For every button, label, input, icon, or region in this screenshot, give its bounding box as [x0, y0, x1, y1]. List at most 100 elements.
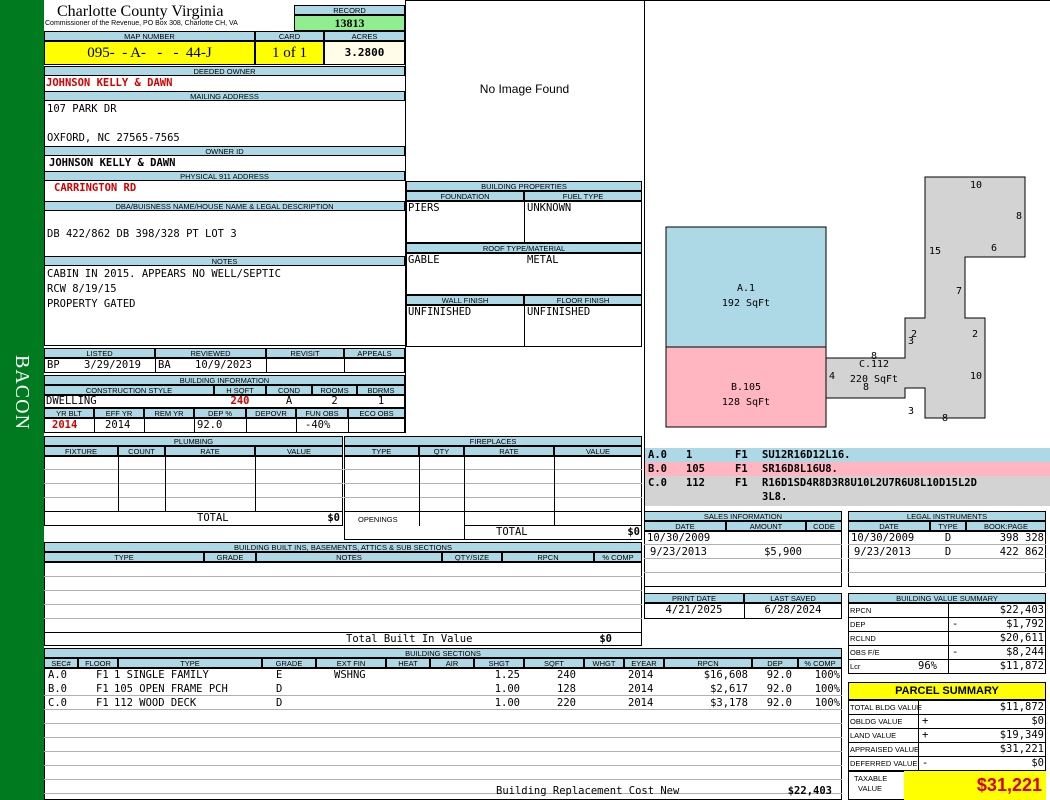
- parcel-label: APPRAISED VALUE: [850, 745, 920, 754]
- listed-label: LISTED: [44, 348, 155, 358]
- legal-date: 10/30/2009: [851, 532, 915, 544]
- sketch-dim: 7: [956, 286, 962, 297]
- col-section-12: DEP: [752, 658, 798, 668]
- col-bi-notes: NOTES: [256, 552, 442, 562]
- col-fixture: FIXTURE: [44, 446, 118, 456]
- sketch-label-b: B.105: [731, 382, 761, 393]
- divider: [948, 603, 949, 618]
- record-label: RECORD: [294, 5, 405, 15]
- col-section-8: SQFT: [524, 658, 584, 668]
- physical-address-label: PHYSICAL 911 ADDRESS: [44, 171, 405, 181]
- fireplaces-title: FIREPLACES: [344, 436, 642, 446]
- value-summary-value: $1,792: [1006, 618, 1044, 630]
- listed-by: BP: [47, 359, 60, 371]
- reviewed-date: 10/9/2023: [195, 359, 252, 371]
- sketch-dim: 10: [970, 371, 982, 382]
- col-bi-rpcn: RPCN: [502, 552, 594, 562]
- col-section-13: % COMP: [798, 658, 842, 668]
- listed-date: 3/29/2019: [84, 359, 141, 371]
- divider: [918, 728, 919, 743]
- col-section-7: SHGT: [474, 658, 524, 668]
- sketch-code-path: R16D1SD4R8D3R8U10L2U7R6U8L10D15L2D: [762, 477, 977, 489]
- sketch-code-floor: F1: [735, 449, 748, 461]
- roof-material: METAL: [527, 254, 559, 266]
- divider: [948, 659, 949, 674]
- col-hsqft: H SQFT: [214, 385, 266, 395]
- col-legal-type: TYPE: [930, 521, 966, 531]
- physical-address: CARRINGTON RD: [54, 182, 137, 194]
- map-number-label: MAP NUMBER: [44, 31, 255, 41]
- col-section-1: FLOOR: [78, 658, 118, 668]
- sketch-code-sec: A.0: [648, 449, 667, 461]
- map-number: 095- - A- - - 44-J: [44, 41, 255, 65]
- section-cell: 240: [557, 669, 576, 681]
- taxable-value: $31,221: [904, 771, 1046, 800]
- depreciation: 92.0: [197, 419, 223, 431]
- col-fp-qty: QTY: [419, 446, 464, 456]
- deeded-owner-label: DEEDED OWNER: [44, 66, 405, 76]
- col-fuel-type: FUEL TYPE: [524, 191, 642, 201]
- parcel-value: $19,349: [999, 729, 1044, 741]
- bedrooms: 1: [377, 395, 385, 407]
- construction-style: DWELLING: [46, 395, 97, 407]
- mailing-line-1: 107 PARK DR: [47, 103, 117, 115]
- sketch-dim: 6: [991, 243, 997, 254]
- col-rooms: ROOMS: [312, 385, 357, 395]
- fireplace-total-label: TOTAL: [496, 526, 528, 538]
- divider: [948, 617, 949, 632]
- sketch-code-floor: F1: [735, 463, 748, 475]
- roof-type: GABLE: [408, 254, 440, 266]
- divider: [918, 714, 919, 729]
- legal-instruments-title: LEGAL INSTRUMENTS: [848, 511, 1046, 521]
- parcel-label: OBLDG VALUE: [850, 717, 903, 726]
- section-cell: 100%: [814, 669, 840, 681]
- sale-date: 9/23/2013: [650, 546, 707, 558]
- fuel-type: UNKNOWN: [527, 202, 572, 214]
- sketch-dim: 8: [871, 351, 877, 362]
- notes-label: NOTES: [44, 256, 405, 266]
- appeals-label: APPEALS: [344, 348, 405, 358]
- taxable-label: TAXABLE: [854, 774, 888, 783]
- section-cell: $16,608: [703, 669, 748, 681]
- parcel-label: TOTAL BLDG VALUE: [850, 703, 922, 712]
- condition: A: [285, 395, 293, 407]
- parcel-value: $0: [1031, 757, 1044, 769]
- building-sections-title: BUILDING SECTIONS: [44, 648, 842, 658]
- replacement-cost-label: Building Replacement Cost New: [496, 785, 680, 797]
- col-yrblt: YR BLT: [44, 408, 94, 418]
- col-funobs: FUN OBS: [296, 408, 348, 418]
- sketch-code-path: SU12R16D12L16.: [762, 449, 851, 461]
- last-saved: 6/28/2024: [764, 604, 822, 616]
- col-remyr: REM YR: [144, 408, 194, 418]
- card-number: 1 of 1: [255, 41, 324, 65]
- col-depovr: DEPOVR: [246, 408, 296, 418]
- sketch-dim: 4: [829, 371, 835, 382]
- wall-finish: UNFINISHED: [408, 306, 472, 318]
- col-bdrms: BDRMS: [357, 385, 405, 395]
- col-fp-rate: RATE: [464, 446, 554, 456]
- builtins-title: BUILDING BUILT INS, BASEMENTS, ATTICS & …: [44, 542, 642, 552]
- divider: [918, 756, 919, 771]
- value-summary-label: DEP: [850, 620, 866, 629]
- foundation: PIERS: [408, 202, 440, 214]
- reviewed-by: BA: [158, 359, 171, 371]
- year-built: 2014: [52, 419, 78, 431]
- building-sketch: A.1 192 SqFt B.105 128 SqFt C.112 220 Sq…: [665, 176, 1026, 428]
- sketch-code-floor: F1: [735, 477, 748, 489]
- sketch-code-type: 105: [686, 463, 705, 475]
- owner-id: JOHNSON KELLY & DAWN: [49, 157, 176, 169]
- rooms: 2: [331, 395, 338, 407]
- mailing-address-label: MAILING ADDRESS: [44, 91, 405, 101]
- heated-sqft: 240: [230, 395, 250, 407]
- section-cell: 2014: [628, 669, 654, 681]
- col-effyr: EFF YR: [94, 408, 144, 418]
- parcel-sign: -: [922, 757, 929, 769]
- col-legal-book: BOOK:PAGE: [966, 521, 1046, 531]
- col-bi-grade: GRADE: [204, 552, 256, 562]
- col-construction-style: CONSTRUCTION STYLE: [44, 385, 214, 395]
- sketch-label-a: A.1: [737, 283, 755, 294]
- col-fp-type: TYPE: [344, 446, 419, 456]
- col-sale-date: DATE: [644, 521, 726, 531]
- floor-finish: UNFINISHED: [527, 306, 591, 318]
- plumbing-total-label: TOTAL: [197, 512, 229, 524]
